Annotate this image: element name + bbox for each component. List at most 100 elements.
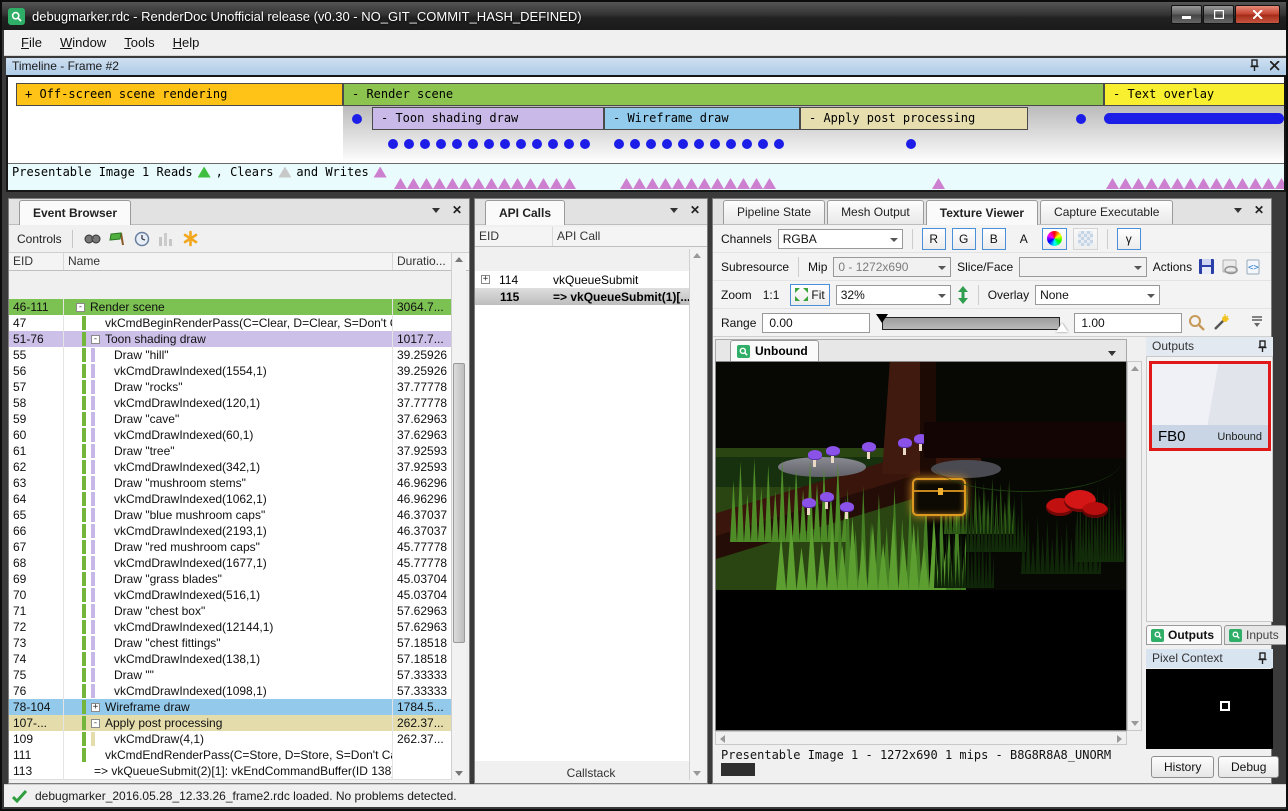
timeline-event-dot[interactable] xyxy=(516,139,526,149)
maximize-button[interactable] xyxy=(1203,5,1234,24)
event-row[interactable]: 66vkCmdDrawIndexed(2193,1)46.37037 xyxy=(9,523,454,539)
tab-unbound-texture[interactable]: Unbound xyxy=(730,340,819,361)
api-calls-scrollbar[interactable] xyxy=(689,249,704,780)
event-row[interactable]: 111vkCmdEndRenderPass(C=Store, D=Store, … xyxy=(9,747,454,763)
event-row[interactable]: 75Draw ""57.33333 xyxy=(9,667,454,683)
gamma-button[interactable]: γ xyxy=(1117,228,1141,250)
stats-icon[interactable] xyxy=(158,231,174,247)
output-fb0-thumbnail[interactable]: FB0 Unbound xyxy=(1149,361,1271,451)
event-browser-scrollbar[interactable] xyxy=(451,253,466,780)
viewport-vertical-scrollbar[interactable] xyxy=(1127,361,1142,731)
timeline-marker-bar[interactable]: + Off-screen scene rendering xyxy=(16,83,343,106)
pixel-context-view[interactable] xyxy=(1146,669,1273,749)
timeline-marker-bar[interactable]: - Apply post processing xyxy=(800,107,1028,130)
tab-capture-executable[interactable]: Capture Executable xyxy=(1040,200,1173,224)
timeline-event-dot[interactable] xyxy=(468,139,478,149)
link-image-icon[interactable] xyxy=(1222,259,1240,275)
api-call-row[interactable]: +114vkQueueSubmit xyxy=(475,271,693,288)
event-row[interactable]: 57Draw "rocks"37.77778 xyxy=(9,379,454,395)
texture-viewport[interactable] xyxy=(715,361,1127,731)
event-row[interactable]: 59Draw "cave"37.62963 xyxy=(9,411,454,427)
event-row[interactable]: 60vkCmdDrawIndexed(60,1)37.62963 xyxy=(9,427,454,443)
timeline-marker-bar[interactable]: - Toon shading draw xyxy=(372,107,604,130)
viewport-horizontal-scrollbar[interactable] xyxy=(715,731,1127,745)
channel-g-button[interactable]: G xyxy=(952,228,976,250)
timeline-event-dot[interactable] xyxy=(630,139,640,149)
channel-a-button[interactable]: A xyxy=(1012,228,1036,250)
event-row[interactable]: 78-104+Wireframe draw1784.5... xyxy=(9,699,454,715)
column-eid[interactable]: EID xyxy=(9,253,64,270)
menu-window[interactable]: Window xyxy=(51,31,115,54)
close-icon[interactable]: ✕ xyxy=(690,205,700,215)
chevron-down-icon[interactable] xyxy=(432,208,440,213)
timeline-event-dot[interactable] xyxy=(352,114,362,124)
column-name[interactable]: Name xyxy=(64,253,393,270)
event-row[interactable]: 56vkCmdDrawIndexed(1554,1)39.25926 xyxy=(9,363,454,379)
event-row[interactable]: 55Draw "hill"39.25926 xyxy=(9,347,454,363)
event-row[interactable]: 69Draw "grass blades"45.03704 xyxy=(9,571,454,587)
timeline-event-dot[interactable] xyxy=(548,139,558,149)
code-icon[interactable]: <> xyxy=(1245,259,1263,275)
autofit-wand-icon[interactable] xyxy=(1212,314,1230,332)
range-black-handle[interactable] xyxy=(876,314,888,323)
tab-event-browser[interactable]: Event Browser xyxy=(19,200,131,225)
minimize-button[interactable] xyxy=(1171,5,1202,24)
texture-list-dropdown-icon[interactable] xyxy=(1108,351,1116,356)
chevron-down-icon[interactable] xyxy=(1234,208,1242,213)
timeline-event-dot[interactable] xyxy=(420,139,430,149)
timeline-event-dot[interactable] xyxy=(436,139,446,149)
timeline-event-dot[interactable] xyxy=(580,139,590,149)
timeline-event-dot[interactable] xyxy=(694,139,704,149)
range-slider[interactable] xyxy=(876,314,1068,332)
timeline-event-dot[interactable] xyxy=(710,139,720,149)
time-icon[interactable] xyxy=(134,231,150,247)
collapse-icon[interactable]: - xyxy=(91,335,100,344)
zoom-select[interactable]: 32% xyxy=(836,285,951,305)
range-max-input[interactable]: 1.00 xyxy=(1074,313,1182,333)
tab-texture-viewer[interactable]: Texture Viewer xyxy=(926,200,1038,225)
timeline-panel[interactable]: + Off-screen scene rendering- Render sce… xyxy=(6,75,1286,192)
close-icon[interactable] xyxy=(1270,61,1280,71)
close-icon[interactable]: ✕ xyxy=(452,205,462,215)
timeline-event-dot[interactable] xyxy=(404,139,414,149)
tab-mesh-output[interactable]: Mesh Output xyxy=(827,200,924,224)
event-row[interactable]: 62vkCmdDrawIndexed(342,1)37.92593 xyxy=(9,459,454,475)
slice-face-select[interactable] xyxy=(1019,257,1147,277)
timeline-event-dot[interactable] xyxy=(662,139,672,149)
event-row[interactable]: 47vkCmdBeginRenderPass(C=Clear, D=Clear,… xyxy=(9,315,454,331)
column-api-call[interactable]: API Call xyxy=(553,227,692,246)
timeline-event-dot[interactable] xyxy=(500,139,510,149)
save-icon[interactable] xyxy=(1198,258,1216,276)
menu-file[interactable]: File xyxy=(12,31,51,54)
zoom-fit-button[interactable]: Fit xyxy=(790,284,829,306)
pin-icon[interactable] xyxy=(1257,340,1268,353)
event-row[interactable]: 65Draw "blue mushroom caps"46.37037 xyxy=(9,507,454,523)
timeline-event-dot[interactable] xyxy=(726,139,736,149)
collapse-icon[interactable]: - xyxy=(76,303,85,312)
event-row[interactable]: 70vkCmdDrawIndexed(516,1)45.03704 xyxy=(9,587,454,603)
tab-outputs[interactable]: Outputs xyxy=(1146,625,1222,645)
timeline-event-dot[interactable] xyxy=(742,139,752,149)
overlay-select[interactable]: None xyxy=(1035,285,1160,305)
column-eid[interactable]: EID xyxy=(475,227,553,246)
timeline-event-dot[interactable] xyxy=(758,139,768,149)
expand-icon[interactable]: + xyxy=(91,703,100,712)
event-row[interactable]: 64vkCmdDrawIndexed(1062,1)46.96296 xyxy=(9,491,454,507)
range-min-input[interactable]: 0.00 xyxy=(762,313,870,333)
timeline-event-dot[interactable] xyxy=(678,139,688,149)
timeline-marker-bar[interactable]: - Render scene xyxy=(343,83,1104,106)
zoom-1-1-button[interactable]: 1:1 xyxy=(758,284,785,306)
chevron-down-icon[interactable] xyxy=(670,208,678,213)
event-row[interactable]: 72vkCmdDrawIndexed(12144,1)57.62963 xyxy=(9,619,454,635)
close-icon[interactable]: ✕ xyxy=(1254,205,1264,215)
timeline-event-dot[interactable] xyxy=(452,139,462,149)
timeline-event-dot[interactable] xyxy=(774,139,784,149)
event-row[interactable]: 61Draw "tree"37.92593 xyxy=(9,443,454,459)
find-icon[interactable] xyxy=(83,231,101,247)
timeline-event-dot[interactable] xyxy=(484,139,494,149)
channel-b-button[interactable]: B xyxy=(982,228,1006,250)
event-row[interactable]: 63Draw "mushroom stems"46.96296 xyxy=(9,475,454,491)
event-row[interactable]: 76vkCmdDrawIndexed(1098,1)57.33333 xyxy=(9,683,454,699)
colorwheel-button[interactable] xyxy=(1042,228,1067,250)
debug-button[interactable]: Debug xyxy=(1218,756,1279,778)
